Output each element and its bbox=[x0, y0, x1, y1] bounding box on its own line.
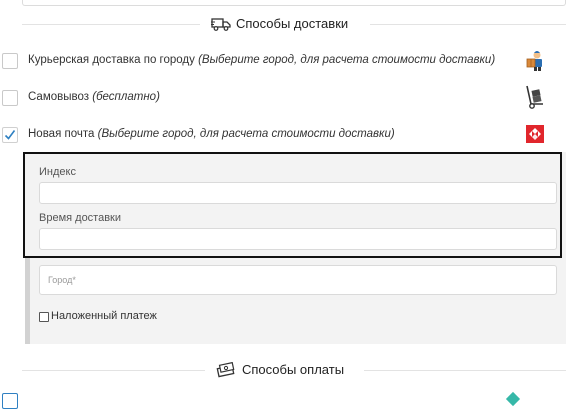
index-label: Индекс bbox=[39, 166, 76, 178]
delivery-option-courier[interactable]: Курьерская доставка по городу (Выберите … bbox=[0, 51, 570, 73]
courier-icon bbox=[525, 50, 545, 77]
delivery-section-header: Способы доставки bbox=[0, 14, 570, 34]
header-divider-right bbox=[370, 24, 566, 25]
previous-input-field[interactable] bbox=[22, 0, 566, 6]
nova-poshta-option-hint: (Выберите город, для расчета стоимости д… bbox=[97, 128, 395, 140]
cash-on-delivery-label: Наложенный платеж bbox=[51, 310, 157, 322]
payment-option-label-cropped bbox=[28, 393, 228, 403]
highlighted-fields-box: Индекс Время доставки bbox=[23, 152, 562, 258]
header-divider-left bbox=[22, 24, 200, 25]
cash-on-delivery-checkbox[interactable] bbox=[39, 312, 49, 322]
payment-divider-right bbox=[364, 370, 566, 371]
pickup-option-name: Самовывоз bbox=[28, 91, 90, 103]
delivery-time-input[interactable] bbox=[39, 228, 557, 250]
payment-option-partial[interactable] bbox=[0, 390, 570, 410]
courier-option-hint: (Выберите город, для расчета стоимости д… bbox=[198, 54, 496, 66]
delivery-option-nova-poshta[interactable]: Новая почта (Выберите город, для расчета… bbox=[0, 125, 570, 147]
pickup-option-label: Самовывоз (бесплатно) bbox=[28, 91, 160, 103]
city-input[interactable] bbox=[39, 265, 557, 295]
delivery-time-label: Время доставки bbox=[39, 212, 122, 224]
pickup-option-hint: (бесплатно) bbox=[92, 91, 160, 103]
nova-poshta-logo-icon bbox=[526, 125, 544, 148]
payment-logo-icon bbox=[505, 391, 521, 407]
pickup-checkbox[interactable] bbox=[2, 90, 18, 106]
delivery-section-title: Способы доставки bbox=[236, 16, 349, 31]
truck-icon bbox=[211, 16, 231, 37]
index-input[interactable] bbox=[39, 182, 557, 204]
checkmark-icon bbox=[4, 130, 16, 140]
nova-poshta-option-label: Новая почта (Выберите город, для расчета… bbox=[28, 128, 395, 140]
courier-option-name: Курьерская доставка по городу bbox=[28, 54, 195, 66]
delivery-option-pickup[interactable]: Самовывоз (бесплатно) bbox=[0, 85, 570, 110]
cash-icon bbox=[216, 361, 236, 383]
payment-option-checkbox[interactable] bbox=[2, 393, 18, 409]
payment-section-header: Способы оплаты bbox=[0, 360, 570, 380]
nova-poshta-checkbox[interactable] bbox=[2, 127, 18, 143]
payment-section-title: Способы оплаты bbox=[242, 362, 345, 377]
courier-checkbox[interactable] bbox=[2, 53, 18, 69]
nova-poshta-option-name: Новая почта bbox=[28, 128, 95, 140]
payment-divider-left bbox=[22, 370, 205, 371]
hand-truck-icon bbox=[524, 84, 546, 115]
courier-option-label: Курьерская доставка по городу (Выберите … bbox=[28, 54, 495, 66]
